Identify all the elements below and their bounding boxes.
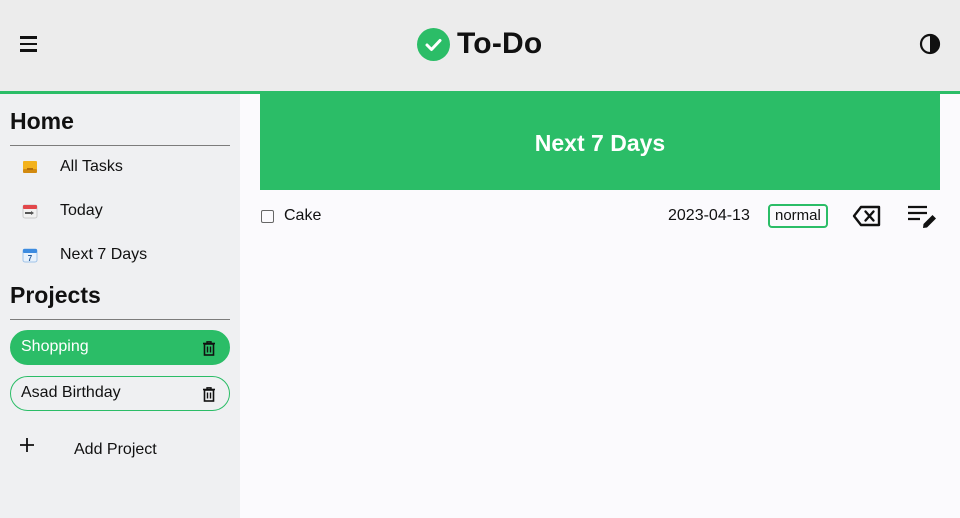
calendar-today-icon <box>22 203 38 219</box>
view-banner: Next 7 Days <box>260 94 940 190</box>
nav-item-next-7-days[interactable]: 7 Next 7 Days <box>10 237 230 273</box>
nav-item-today[interactable]: Today <box>10 193 230 229</box>
contrast-toggle-icon[interactable] <box>919 33 941 55</box>
home-section-title: Home <box>10 108 74 134</box>
view-title: Next 7 Days <box>534 130 666 156</box>
trash-icon[interactable] <box>201 340 217 356</box>
app-title: To-Do <box>457 27 543 60</box>
task-row: Cake 2023-04-13 normal <box>260 196 940 236</box>
check-circle-logo-icon <box>417 28 450 61</box>
project-name: Shopping <box>21 338 89 355</box>
divider <box>10 145 230 146</box>
task-priority-badge: normal <box>768 204 828 228</box>
app-header: To-Do <box>0 0 960 94</box>
svg-text:7: 7 <box>28 254 33 263</box>
calendar-week-icon: 7 <box>22 247 38 263</box>
task-name: Cake <box>284 207 322 224</box>
nav-item-all-tasks[interactable]: All Tasks <box>10 149 230 185</box>
add-project-button[interactable]: Add Project <box>10 430 230 466</box>
project-name: Asad Birthday <box>21 384 121 401</box>
task-checkbox[interactable] <box>261 210 274 223</box>
plus-icon <box>20 430 34 465</box>
sidebar: Home All Tasks Today 7 Next 7 Days Proje… <box>0 94 240 518</box>
nav-label-all-tasks: All Tasks <box>60 158 123 175</box>
project-item-asad-birthday[interactable]: Asad Birthday <box>10 376 230 411</box>
project-item-shopping[interactable]: Shopping <box>10 330 230 365</box>
add-project-label: Add Project <box>74 441 157 458</box>
edit-note-icon[interactable] <box>906 202 938 232</box>
projects-section-title: Projects <box>10 282 101 308</box>
nav-label-next-7-days: Next 7 Days <box>60 246 148 263</box>
inbox-tray-icon <box>22 159 38 175</box>
hamburger-menu-icon[interactable] <box>14 31 44 57</box>
nav-label-today: Today <box>60 202 103 219</box>
divider <box>10 319 230 320</box>
trash-icon[interactable] <box>201 386 217 402</box>
backspace-delete-icon[interactable] <box>852 204 882 228</box>
task-due-date: 2023-04-13 <box>668 207 750 224</box>
